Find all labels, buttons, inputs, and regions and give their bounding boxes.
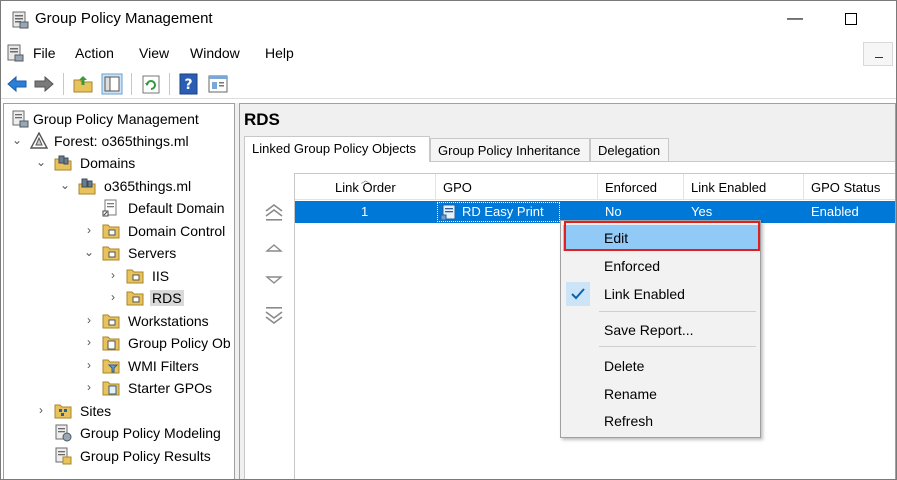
context-item-refresh[interactable]: Refresh — [563, 408, 758, 434]
tree-item-starter-gpos[interactable]: › Starter GPOs — [4, 377, 234, 399]
tree-item-domains[interactable]: ⌄ Domains — [4, 152, 234, 174]
menu-bar: File Action View Window Help — [1, 39, 896, 67]
chevron-down-icon[interactable]: ⌄ — [82, 245, 96, 259]
window-title: Group Policy Management — [35, 10, 213, 27]
menu-view[interactable]: View — [139, 45, 169, 61]
app-window: Group Policy Management — File Action Vi… — [0, 0, 897, 480]
help-icon[interactable]: ? — [178, 73, 200, 95]
svg-text:?: ? — [184, 77, 192, 93]
tab-gp-inheritance[interactable]: Group Policy Inheritance — [430, 138, 590, 162]
forward-arrow-icon[interactable] — [33, 73, 55, 95]
gpo-container-icon — [102, 336, 120, 351]
wmi-folder-icon — [102, 359, 120, 374]
move-link-top-icon[interactable] — [263, 202, 285, 224]
system-menu-icon[interactable] — [5, 43, 25, 63]
modeling-icon — [55, 424, 72, 442]
cell-gpo-status: Enabled — [811, 204, 859, 219]
container-heading: RDS — [244, 110, 280, 129]
context-item-link-enabled[interactable]: Link Enabled — [563, 281, 758, 307]
chevron-right-icon[interactable]: › — [82, 380, 96, 394]
move-link-up-icon[interactable] — [263, 237, 285, 259]
tree-item-default-domain-policy[interactable]: Default Domain — [4, 197, 234, 219]
tree-item-forest[interactable]: ⌄ Forest: o365things.ml — [4, 130, 234, 152]
tab-delegation[interactable]: Delegation — [590, 138, 669, 162]
tree-item-domain[interactable]: ⌄ o365things.ml — [4, 175, 234, 197]
gpm-app-icon — [12, 11, 29, 29]
chevron-right-icon[interactable]: › — [106, 290, 120, 304]
tree-item-workstations[interactable]: › Workstations — [4, 310, 234, 332]
minimize-button[interactable]: — — [783, 5, 807, 33]
gpm-icon — [12, 110, 29, 128]
chevron-right-icon[interactable]: › — [82, 313, 96, 327]
menu-action[interactable]: Action — [75, 45, 114, 61]
column-link-order[interactable]: Link Order — [335, 180, 396, 195]
tree-item-gpm-root[interactable]: Group Policy Management — [4, 108, 234, 130]
list-header: ︿ Link Order GPO Enforced Link Enabled G… — [295, 174, 895, 200]
sites-icon — [54, 404, 72, 419]
tree-item-gp-modeling[interactable]: Group Policy Modeling — [4, 422, 234, 444]
context-menu: Edit Enforced Link Enabled Save Report..… — [560, 220, 761, 438]
domain-icon — [78, 178, 96, 195]
column-enforced[interactable]: Enforced — [605, 180, 657, 195]
chevron-right-icon[interactable]: › — [34, 403, 48, 417]
tree-item-servers[interactable]: ⌄ Servers — [4, 242, 234, 264]
results-icon — [55, 447, 72, 465]
tree-item-sites[interactable]: › Sites — [4, 400, 234, 422]
maximize-button[interactable] — [839, 5, 863, 33]
cell-link-enabled: Yes — [691, 204, 713, 219]
back-arrow-icon[interactable] — [6, 73, 28, 95]
tree-item-domain-controllers[interactable]: › Domain Control — [4, 220, 234, 242]
column-gpo[interactable]: GPO — [443, 180, 472, 195]
context-item-enforced[interactable]: Enforced — [563, 253, 758, 279]
column-gpo-status[interactable]: GPO Status — [811, 180, 880, 195]
tree-item-iis[interactable]: › IIS — [4, 265, 234, 287]
gpo-link-icon — [102, 199, 117, 217]
menu-file[interactable]: File — [33, 45, 56, 61]
chevron-down-icon[interactable]: ⌄ — [58, 178, 72, 192]
refresh-icon[interactable] — [140, 73, 162, 95]
chevron-down-icon[interactable]: ⌄ — [10, 133, 24, 147]
chevron-right-icon[interactable]: › — [82, 223, 96, 237]
up-folder-icon[interactable] — [72, 73, 94, 95]
tree-item-rds[interactable]: › RDS — [4, 287, 234, 309]
annotation-highlight-box — [564, 221, 760, 251]
maximize-icon — [845, 13, 857, 25]
ou-icon — [102, 246, 120, 261]
domains-icon — [54, 155, 72, 171]
ou-icon — [126, 291, 144, 306]
move-link-down-icon[interactable] — [263, 269, 285, 291]
toolbar: ? — [1, 67, 896, 99]
chevron-right-icon[interactable]: › — [82, 335, 96, 349]
checkmark-icon — [566, 282, 590, 306]
context-item-save-report[interactable]: Save Report... — [563, 317, 758, 343]
show-hide-tree-icon[interactable] — [101, 73, 123, 95]
menu-help[interactable]: Help — [265, 45, 294, 61]
tree-item-wmi-filters[interactable]: › WMI Filters — [4, 355, 234, 377]
cell-link-order: 1 — [361, 204, 369, 219]
tree-item-gp-results[interactable]: Group Policy Results — [4, 445, 234, 467]
tree-item-gpo-container[interactable]: › Group Policy Ob — [4, 332, 234, 354]
column-link-enabled[interactable]: Link Enabled — [691, 180, 766, 195]
tab-linked-gpos[interactable]: Linked Group Policy Objects — [244, 136, 430, 162]
cell-gpo-name: RD Easy Print — [462, 204, 544, 219]
title-bar: Group Policy Management — — [1, 1, 896, 39]
context-item-delete[interactable]: Delete — [563, 353, 758, 379]
context-item-rename[interactable]: Rename — [563, 381, 758, 407]
chevron-down-icon[interactable]: ⌄ — [34, 155, 48, 169]
menu-window[interactable]: Window — [190, 45, 240, 61]
ou-icon — [102, 224, 120, 239]
ou-icon — [126, 269, 144, 284]
move-link-bottom-icon[interactable] — [263, 304, 285, 326]
cell-enforced: No — [605, 204, 622, 219]
chevron-right-icon[interactable]: › — [82, 358, 96, 372]
properties-icon[interactable] — [207, 73, 229, 95]
forest-icon — [30, 132, 48, 149]
console-tree[interactable]: Group Policy Management ⌄ Forest: o365th… — [3, 103, 235, 479]
chevron-right-icon[interactable]: › — [106, 268, 120, 282]
child-minimize-button[interactable] — [863, 42, 893, 66]
ou-icon — [102, 314, 120, 329]
starter-gpo-icon — [102, 381, 120, 396]
